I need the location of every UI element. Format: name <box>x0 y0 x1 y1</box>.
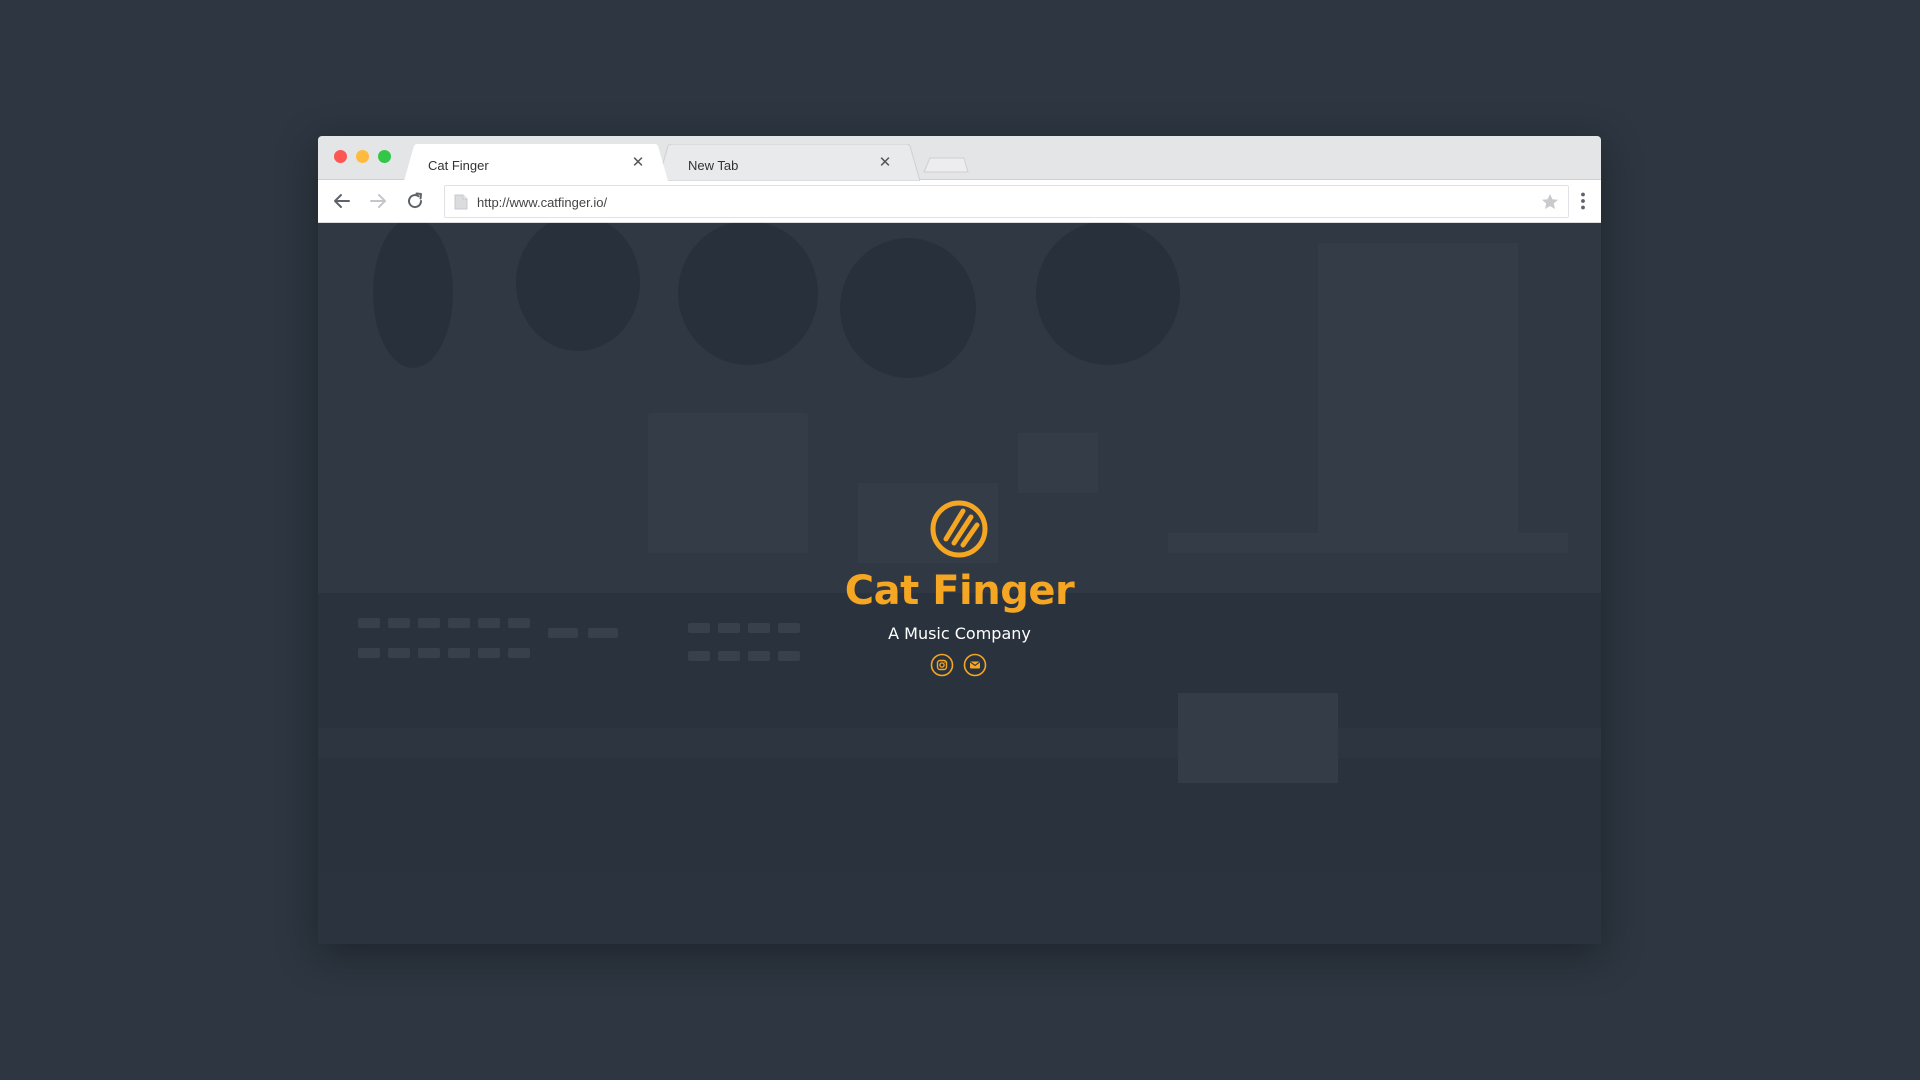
site-subtitle: A Music Company <box>888 624 1031 643</box>
star-icon[interactable] <box>1540 192 1560 212</box>
instagram-icon[interactable] <box>930 653 954 677</box>
hero-section: Cat Finger A Music Company <box>318 223 1601 944</box>
page-icon <box>454 194 468 210</box>
window-minimize-button[interactable] <box>356 150 369 163</box>
cat-scratch-logo-icon <box>930 500 988 558</box>
reload-icon[interactable] <box>404 190 426 212</box>
tab-title: New Tab <box>688 158 739 173</box>
new-tab-shape <box>923 157 969 173</box>
arrow-right-icon[interactable] <box>367 190 389 212</box>
close-icon[interactable]: ✕ <box>629 154 647 172</box>
tab-strip: Cat Finger ✕ New Tab ✕ <box>318 136 1601 181</box>
kebab-menu-icon[interactable] <box>1572 190 1594 212</box>
mail-icon[interactable] <box>963 653 987 677</box>
tab-cat-finger[interactable]: Cat Finger ✕ <box>404 144 668 181</box>
new-tab-button[interactable] <box>920 144 970 181</box>
tab-title: Cat Finger <box>428 158 489 173</box>
address-bar[interactable]: http://www.catfinger.io/ <box>444 185 1569 218</box>
page-viewport: Cat Finger A Music Company <box>318 223 1601 944</box>
browser-window: Cat Finger ✕ New Tab ✕ http://www.catfin… <box>318 136 1601 944</box>
site-title: Cat Finger <box>844 568 1075 614</box>
window-close-button[interactable] <box>334 150 347 163</box>
tab-new-tab[interactable]: New Tab ✕ <box>658 144 920 181</box>
arrow-left-icon[interactable] <box>331 190 353 212</box>
url-text[interactable]: http://www.catfinger.io/ <box>477 195 607 210</box>
close-icon[interactable]: ✕ <box>876 154 894 172</box>
window-maximize-button[interactable] <box>378 150 391 163</box>
navigation-toolbar: http://www.catfinger.io/ <box>318 180 1601 223</box>
